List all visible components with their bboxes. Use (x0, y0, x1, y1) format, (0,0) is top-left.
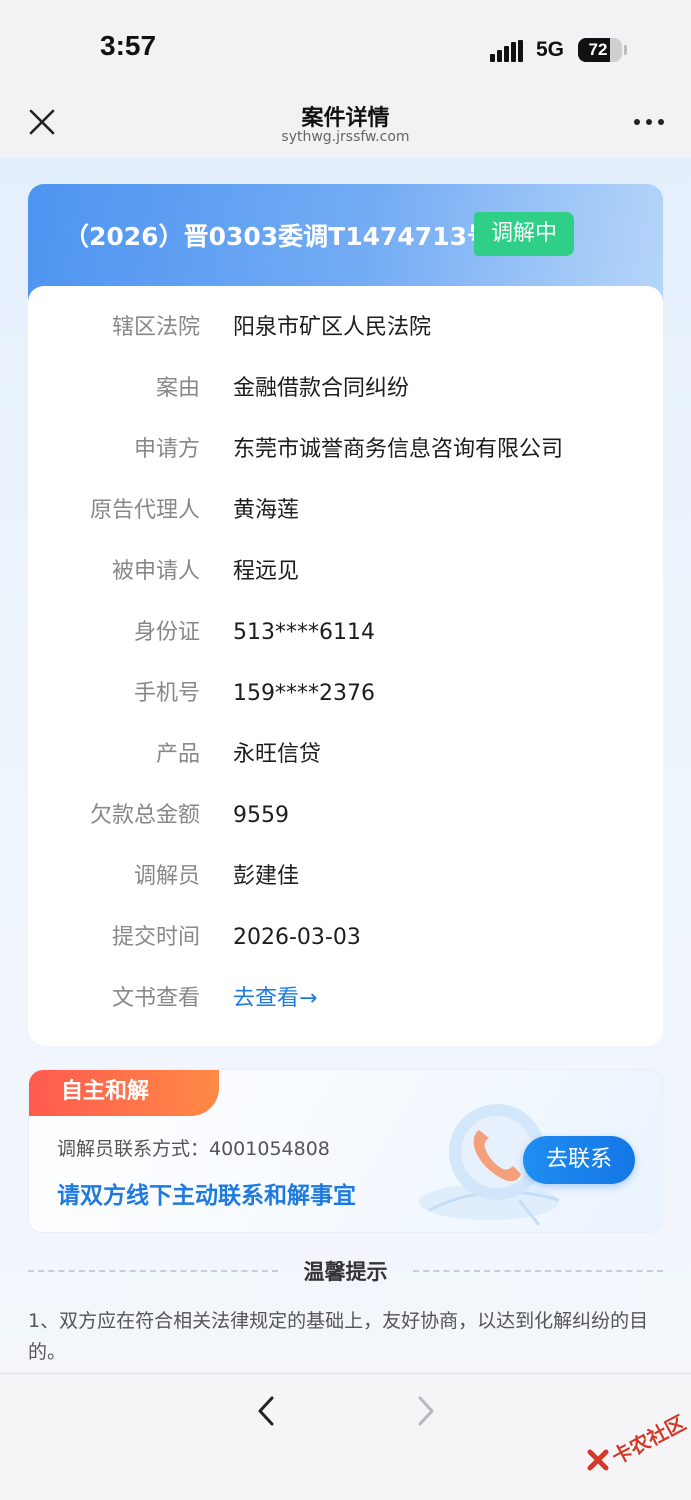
detail-value: 159****2376 (233, 681, 375, 706)
view-documents-link[interactable]: 去查看→ (233, 979, 317, 1019)
mediation-hint: 请双方线下主动联系和解事宜 (57, 1183, 356, 1209)
detail-value: 9559 (233, 803, 289, 828)
case-number: （2026）晋0303委调T1474713号 (64, 222, 492, 251)
detail-label: 申请方 (133, 437, 200, 462)
battery-icon: 72 (578, 38, 622, 62)
detail-value: 程远见 (233, 559, 300, 584)
detail-label: 辖区法院 (111, 315, 200, 340)
watermark-logo: 卡农社区 (586, 1410, 691, 1480)
detail-value: 东莞市诚誉商务信息咨询有限公司 (233, 437, 564, 462)
watermark-text: 卡农社区 (607, 1410, 690, 1470)
page-title: 案件详情 (301, 106, 390, 131)
detail-label: 调解员 (133, 864, 200, 889)
detail-row-phone: 手机号 159****2376 (28, 674, 663, 714)
watermark-icon (587, 1449, 609, 1471)
detail-label: 产品 (155, 742, 200, 767)
detail-row-id-card: 身份证 513****6114 (28, 613, 663, 653)
detail-row-mediator: 调解员 彭建佳 (28, 857, 663, 897)
network-type: 5G (536, 38, 565, 61)
detail-value: 黄海莲 (233, 498, 300, 523)
detail-label: 被申请人 (111, 559, 200, 584)
battery-level: 72 (588, 40, 608, 59)
detail-value: 永旺信贷 (233, 742, 322, 767)
status-badge: 调解中 (474, 212, 574, 256)
detail-label: 身份证 (133, 620, 200, 645)
detail-value: 彭建佳 (233, 864, 300, 889)
mediation-card: 自主和解 调解员联系方式：4001054808 请双方线下主动联系和解事宜 去联… (28, 1069, 663, 1233)
tips-text: 1、双方应在符合相关法律规定的基础上，友好协商，以达到化解纠纷的目的。 (28, 1310, 649, 1363)
forward-icon[interactable] (412, 1394, 440, 1428)
detail-label: 案由 (155, 376, 200, 401)
page-url: sythwg.jrssfw.com (281, 129, 410, 145)
detail-row-agent: 原告代理人 黄海莲 (28, 491, 663, 531)
detail-label: 提交时间 (111, 925, 200, 950)
detail-row-amount: 欠款总金额 9559 (28, 796, 663, 836)
tips-divider-right (413, 1270, 663, 1272)
mediator-contact: 调解员联系方式：4001054808 (57, 1138, 330, 1160)
detail-row-submit-time: 提交时间 2026-03-03 (28, 918, 663, 958)
detail-label: 欠款总金额 (89, 803, 200, 828)
detail-row-documents: 文书查看 去查看→ (28, 979, 663, 1019)
battery-cap (624, 45, 627, 55)
detail-row-product: 产品 永旺信贷 (28, 735, 663, 775)
status-time: 3:57 (100, 30, 157, 61)
detail-row-court: 辖区法院 阳泉市矿区人民法院 (28, 308, 663, 348)
detail-label: 手机号 (133, 681, 200, 706)
detail-value: 金融借款合同纠纷 (233, 376, 410, 401)
detail-label: 原告代理人 (89, 498, 200, 523)
signal-icon (490, 40, 526, 62)
case-details: 辖区法院 阳泉市矿区人民法院 案由 金融借款合同纠纷 申请方 东莞市诚誉商务信息… (28, 286, 663, 1046)
detail-value: 513****6114 (233, 620, 375, 645)
detail-row-applicant: 申请方 东莞市诚誉商务信息咨询有限公司 (28, 430, 663, 470)
detail-row-respondent: 被申请人 程远见 (28, 552, 663, 592)
detail-label: 文书查看 (111, 986, 200, 1011)
detail-value: 2026-03-03 (233, 925, 361, 950)
contact-button[interactable]: 去联系 (523, 1136, 635, 1184)
back-icon[interactable] (252, 1394, 280, 1428)
detail-value: 阳泉市矿区人民法院 (233, 315, 432, 340)
detail-row-cause: 案由 金融借款合同纠纷 (28, 369, 663, 409)
more-icon[interactable] (632, 116, 666, 128)
mediation-tag: 自主和解 (29, 1070, 219, 1116)
